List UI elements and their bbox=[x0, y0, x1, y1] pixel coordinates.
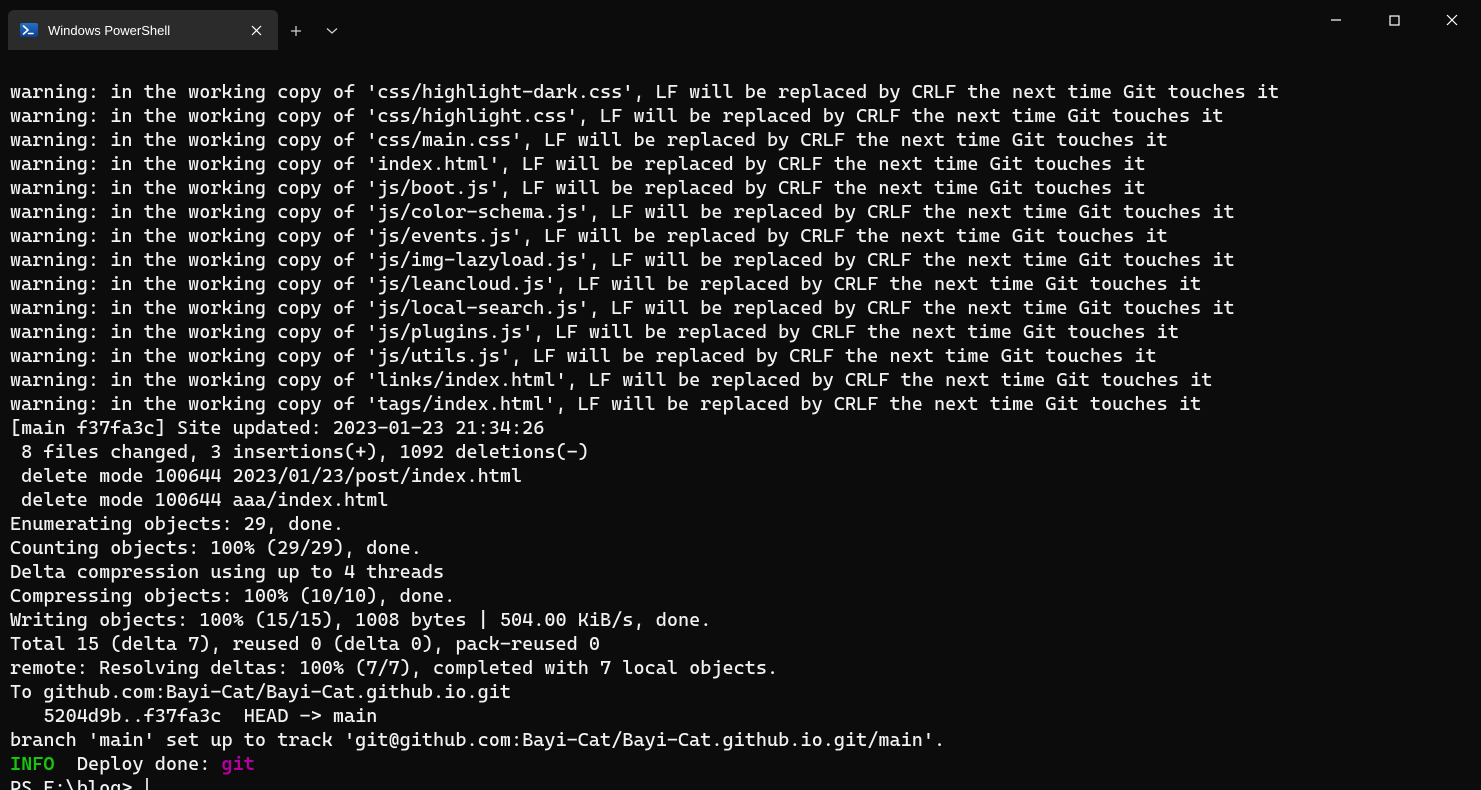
tab-dropdown-button[interactable] bbox=[314, 13, 350, 49]
close-window-button[interactable] bbox=[1423, 0, 1481, 40]
output-line: 8 files changed, 3 insertions(+), 1092 d… bbox=[10, 440, 1471, 464]
output-line: 5204d9b..f37fa3c HEAD -> main bbox=[10, 704, 1471, 728]
tab-close-button[interactable] bbox=[244, 18, 268, 42]
info-label: INFO bbox=[10, 753, 66, 775]
output-line: warning: in the working copy of 'js/lean… bbox=[10, 272, 1471, 296]
output-line: warning: in the working copy of 'js/colo… bbox=[10, 200, 1471, 224]
cursor bbox=[146, 778, 148, 790]
output-line: warning: in the working copy of 'tags/in… bbox=[10, 392, 1471, 416]
output-line: Compressing objects: 100% (10/10), done. bbox=[10, 584, 1471, 608]
info-target: git bbox=[222, 753, 255, 775]
chevron-down-icon bbox=[326, 27, 338, 35]
output-line: warning: in the working copy of 'index.h… bbox=[10, 152, 1471, 176]
output-line: remote: Resolving deltas: 100% (7/7), co… bbox=[10, 656, 1471, 680]
close-icon bbox=[251, 25, 262, 36]
output-line: Writing objects: 100% (15/15), 1008 byte… bbox=[10, 608, 1471, 632]
prompt-text: PS E:\blog> bbox=[10, 776, 144, 790]
output-line: warning: in the working copy of 'js/even… bbox=[10, 224, 1471, 248]
output-line: warning: in the working copy of 'css/hig… bbox=[10, 80, 1471, 104]
new-tab-button[interactable] bbox=[278, 13, 314, 49]
window-controls bbox=[1307, 0, 1481, 40]
minimize-icon bbox=[1330, 14, 1342, 26]
output-line: warning: in the working copy of 'js/util… bbox=[10, 344, 1471, 368]
minimize-button[interactable] bbox=[1307, 0, 1365, 40]
tab-powershell[interactable]: Windows PowerShell bbox=[8, 10, 278, 50]
output-line: [main f37fa3c] Site updated: 2023-01-23 … bbox=[10, 416, 1471, 440]
titlebar: Windows PowerShell bbox=[0, 0, 1481, 50]
close-icon bbox=[1446, 14, 1458, 26]
output-line: warning: in the working copy of 'js/plug… bbox=[10, 320, 1471, 344]
terminal-output[interactable]: warning: in the working copy of 'css/hig… bbox=[0, 50, 1481, 790]
output-line: warning: in the working copy of 'js/loca… bbox=[10, 296, 1471, 320]
output-line: warning: in the working copy of 'js/img-… bbox=[10, 248, 1471, 272]
output-line: warning: in the working copy of 'css/hig… bbox=[10, 104, 1471, 128]
output-line: Total 15 (delta 7), reused 0 (delta 0), … bbox=[10, 632, 1471, 656]
info-line: INFO Deploy done: git bbox=[10, 752, 1471, 776]
output-line: To github.com:Bayi-Cat/Bayi-Cat.github.i… bbox=[10, 680, 1471, 704]
output-line: warning: in the working copy of 'links/i… bbox=[10, 368, 1471, 392]
output-line: Enumerating objects: 29, done. bbox=[10, 512, 1471, 536]
output-line: Counting objects: 100% (29/29), done. bbox=[10, 536, 1471, 560]
output-line: delete mode 100644 2023/01/23/post/index… bbox=[10, 464, 1471, 488]
output-line: branch 'main' set up to track 'git@githu… bbox=[10, 728, 1471, 752]
powershell-icon bbox=[20, 21, 38, 39]
tabs-area: Windows PowerShell bbox=[0, 0, 1307, 50]
output-line: warning: in the working copy of 'js/boot… bbox=[10, 176, 1471, 200]
maximize-button[interactable] bbox=[1365, 0, 1423, 40]
tab-title: Windows PowerShell bbox=[48, 23, 234, 38]
output-line: delete mode 100644 aaa/index.html bbox=[10, 488, 1471, 512]
output-line: Delta compression using up to 4 threads bbox=[10, 560, 1471, 584]
output-line: warning: in the working copy of 'css/mai… bbox=[10, 128, 1471, 152]
maximize-icon bbox=[1389, 15, 1400, 26]
prompt-line[interactable]: PS E:\blog> bbox=[10, 776, 1471, 790]
plus-icon bbox=[290, 25, 302, 37]
info-text: Deploy done: bbox=[66, 753, 222, 775]
